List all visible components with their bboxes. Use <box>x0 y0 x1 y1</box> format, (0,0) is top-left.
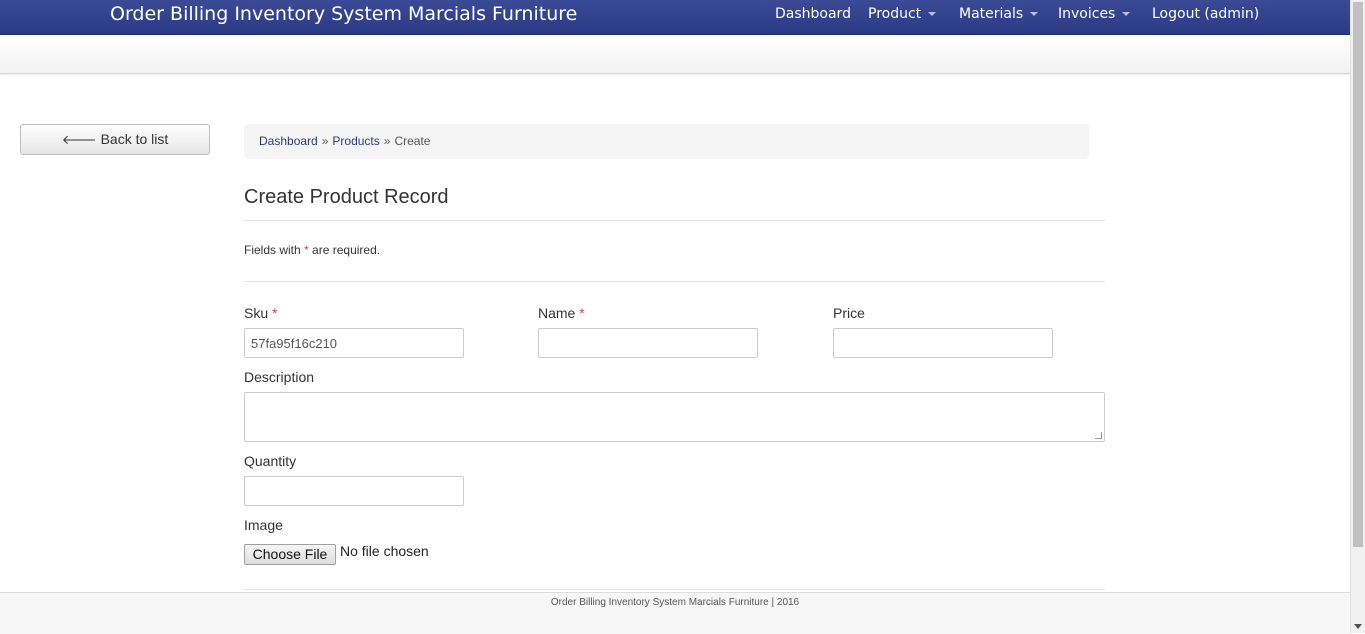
nav-item-label: Product <box>868 6 922 22</box>
nav-item-logout[interactable]: Logout (admin) <box>1152 6 1259 22</box>
breadcrumb-current: Create <box>394 134 431 148</box>
required-note: Fields with * are required. <box>244 243 380 257</box>
arrow-left-icon: 🡐 <box>61 132 97 147</box>
breadcrumb-separator: » <box>383 134 391 148</box>
caret-down-icon <box>928 12 937 16</box>
name-input[interactable] <box>538 328 758 358</box>
note-prefix: Fields with <box>244 243 301 257</box>
breadcrumb-products-link[interactable]: Products <box>332 134 379 148</box>
name-label-text: Name <box>538 305 576 321</box>
breadcrumb-separator: » <box>321 134 329 148</box>
price-label: Price <box>833 305 865 321</box>
breadcrumb-dashboard-link[interactable]: Dashboard <box>259 134 318 148</box>
top-navbar: Order Billing Inventory System Marcials … <box>0 0 1350 35</box>
nav-item-product[interactable]: Product <box>868 6 937 22</box>
page-title: Create Product Record <box>244 186 449 208</box>
caret-down-icon <box>1122 12 1131 16</box>
sku-label: Sku * <box>244 305 277 321</box>
resize-grip-icon[interactable] <box>1095 432 1102 439</box>
nav-item-label: Logout (admin) <box>1152 6 1260 22</box>
name-label: Name * <box>538 305 585 321</box>
required-star: * <box>579 305 585 321</box>
sku-label-text: Sku <box>244 305 269 321</box>
breadcrumb: Dashboard» Products» Create <box>244 124 1089 159</box>
note-suffix: are required. <box>312 243 381 257</box>
nav-item-label: Materials <box>959 6 1024 22</box>
choose-file-button[interactable]: Choose File <box>244 544 336 565</box>
app-brand[interactable]: Order Billing Inventory System Marcials … <box>110 3 577 25</box>
nav-item-label: Dashboard <box>775 6 851 22</box>
footer-text: Order Billing Inventory System Marcials … <box>550 597 800 608</box>
quantity-input[interactable] <box>244 476 464 506</box>
quantity-label: Quantity <box>244 453 297 469</box>
nav-item-label: Invoices <box>1058 6 1116 22</box>
scrollbar-thumb[interactable] <box>1353 2 1363 547</box>
required-star: * <box>304 243 309 257</box>
nav-item-dashboard[interactable]: Dashboard <box>775 6 851 22</box>
vertical-scrollbar[interactable] <box>1350 0 1365 633</box>
footer: Order Billing Inventory System Marcials … <box>0 592 1350 634</box>
divider <box>244 220 1105 221</box>
divider <box>244 281 1105 282</box>
caret-down-icon <box>1030 12 1039 16</box>
divider <box>244 589 1105 590</box>
back-button-label: Back to list <box>100 131 169 147</box>
sku-input[interactable] <box>244 328 464 358</box>
price-input[interactable] <box>833 328 1053 358</box>
nav-item-invoices[interactable]: Invoices <box>1058 6 1131 22</box>
image-label: Image <box>244 517 283 533</box>
file-status: No file chosen <box>340 543 429 559</box>
nav-item-materials[interactable]: Materials <box>959 6 1039 22</box>
description-textarea[interactable] <box>244 392 1105 442</box>
scroll-down-icon[interactable] <box>1354 624 1362 629</box>
description-label: Description <box>244 369 315 385</box>
back-to-list-button[interactable]: 🡐 Back to list <box>20 124 210 155</box>
sub-header-bar <box>0 35 1350 74</box>
required-star: * <box>272 305 278 321</box>
